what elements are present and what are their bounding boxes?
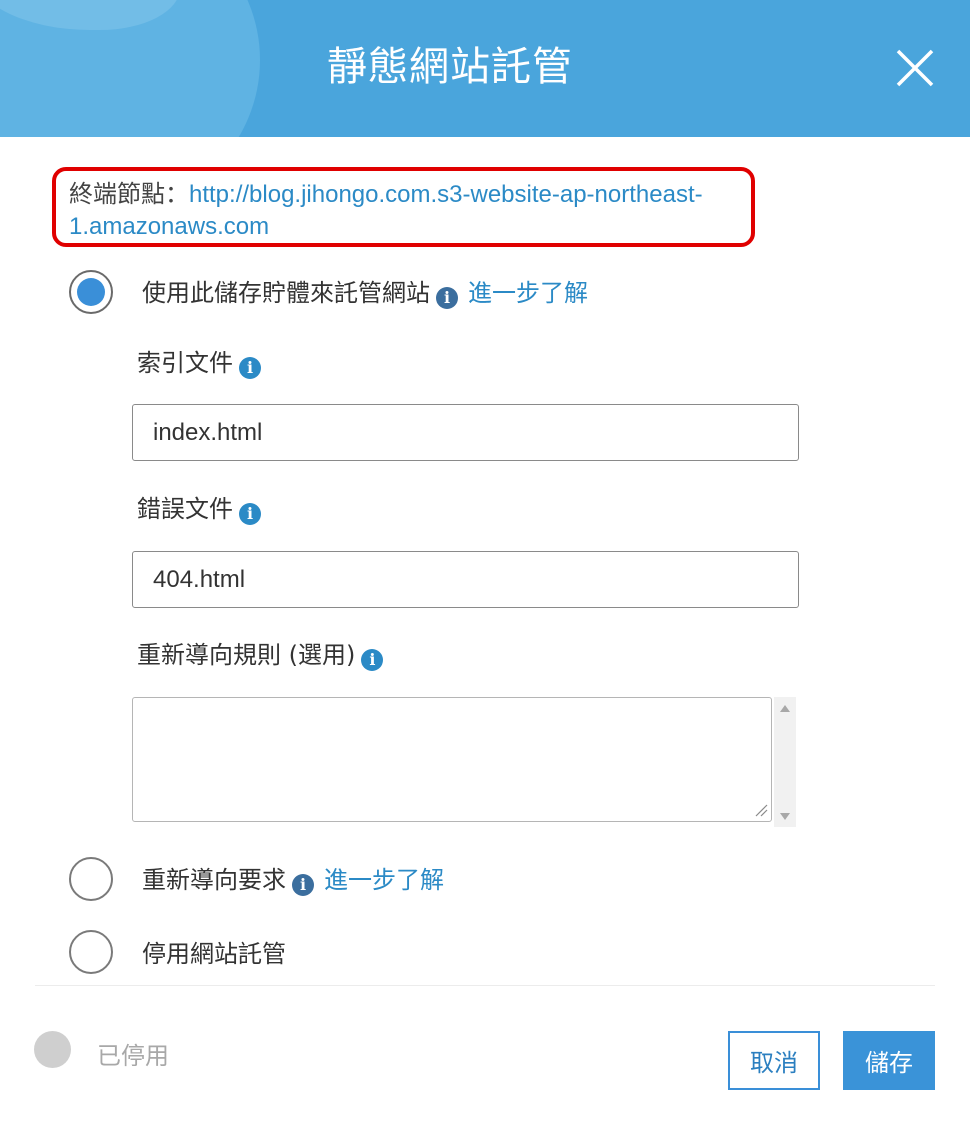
textarea-scrollbar[interactable] (774, 697, 796, 827)
option-redirect-label: 重新導向要求 (142, 866, 286, 894)
status-dot-icon (34, 1031, 71, 1068)
save-button[interactable]: 儲存 (843, 1031, 935, 1090)
info-icon[interactable]: i (239, 503, 261, 525)
index-document-input[interactable] (132, 404, 799, 461)
modal-title-text: 靜態網站託管 (327, 44, 573, 90)
option-disable-label: 停用網站託管 (142, 940, 286, 968)
learn-more-link[interactable]: 進一步了解 (468, 279, 588, 307)
learn-more-link[interactable]: 進一步了解 (324, 866, 444, 894)
modal-header: 靜態網站託管 (0, 0, 970, 137)
globe-land-decoration (0, 0, 180, 30)
error-document-label: 錯誤文件 (137, 495, 233, 523)
endpoint-info: 終端節點：http://blog.jihongo.com.s3-website-… (69, 179, 759, 243)
footer-divider (35, 985, 935, 986)
info-icon[interactable]: i (436, 287, 458, 309)
radio-redirect-requests[interactable] (69, 857, 113, 901)
close-button[interactable] (890, 47, 940, 91)
option-use-bucket-hosting: 使用此儲存貯體來託管網站 i 進一步了解 (142, 273, 588, 309)
close-icon[interactable] (890, 47, 940, 91)
scroll-up-arrow-icon[interactable] (780, 705, 790, 712)
index-document-label: 索引文件 (137, 349, 233, 377)
radio-use-bucket-hosting[interactable] (69, 270, 113, 314)
info-icon[interactable]: i (361, 649, 384, 671)
scroll-down-arrow-icon[interactable] (780, 813, 790, 820)
index-document-label-row: 索引文件 i (137, 343, 261, 379)
modal-title: 靜態網站託管 (0, 34, 900, 92)
status-text: 已停用 (97, 1042, 169, 1070)
redirect-rules-label: 重新導向規則 (選用) (137, 641, 356, 669)
endpoint-label: 終端節點： (69, 181, 189, 208)
redirect-rules-textarea[interactable] (132, 697, 772, 822)
cancel-button[interactable]: 取消 (728, 1031, 820, 1090)
redirect-rules-textarea-wrap (132, 697, 796, 827)
error-document-label-row: 錯誤文件 i (137, 489, 261, 525)
error-document-input[interactable] (132, 551, 799, 608)
redirect-rules-label-row: 重新導向規則 (選用) i (137, 635, 384, 671)
option-redirect-requests: 重新導向要求 i 進一步了解 (142, 860, 444, 896)
resize-grip-icon[interactable] (754, 803, 768, 817)
option-disable-hosting: 停用網站託管 (142, 934, 286, 969)
info-icon[interactable]: i (292, 874, 314, 896)
info-icon[interactable]: i (239, 357, 261, 379)
radio-disable-hosting[interactable] (69, 930, 113, 974)
option-use-bucket-label: 使用此儲存貯體來託管網站 (142, 279, 430, 307)
